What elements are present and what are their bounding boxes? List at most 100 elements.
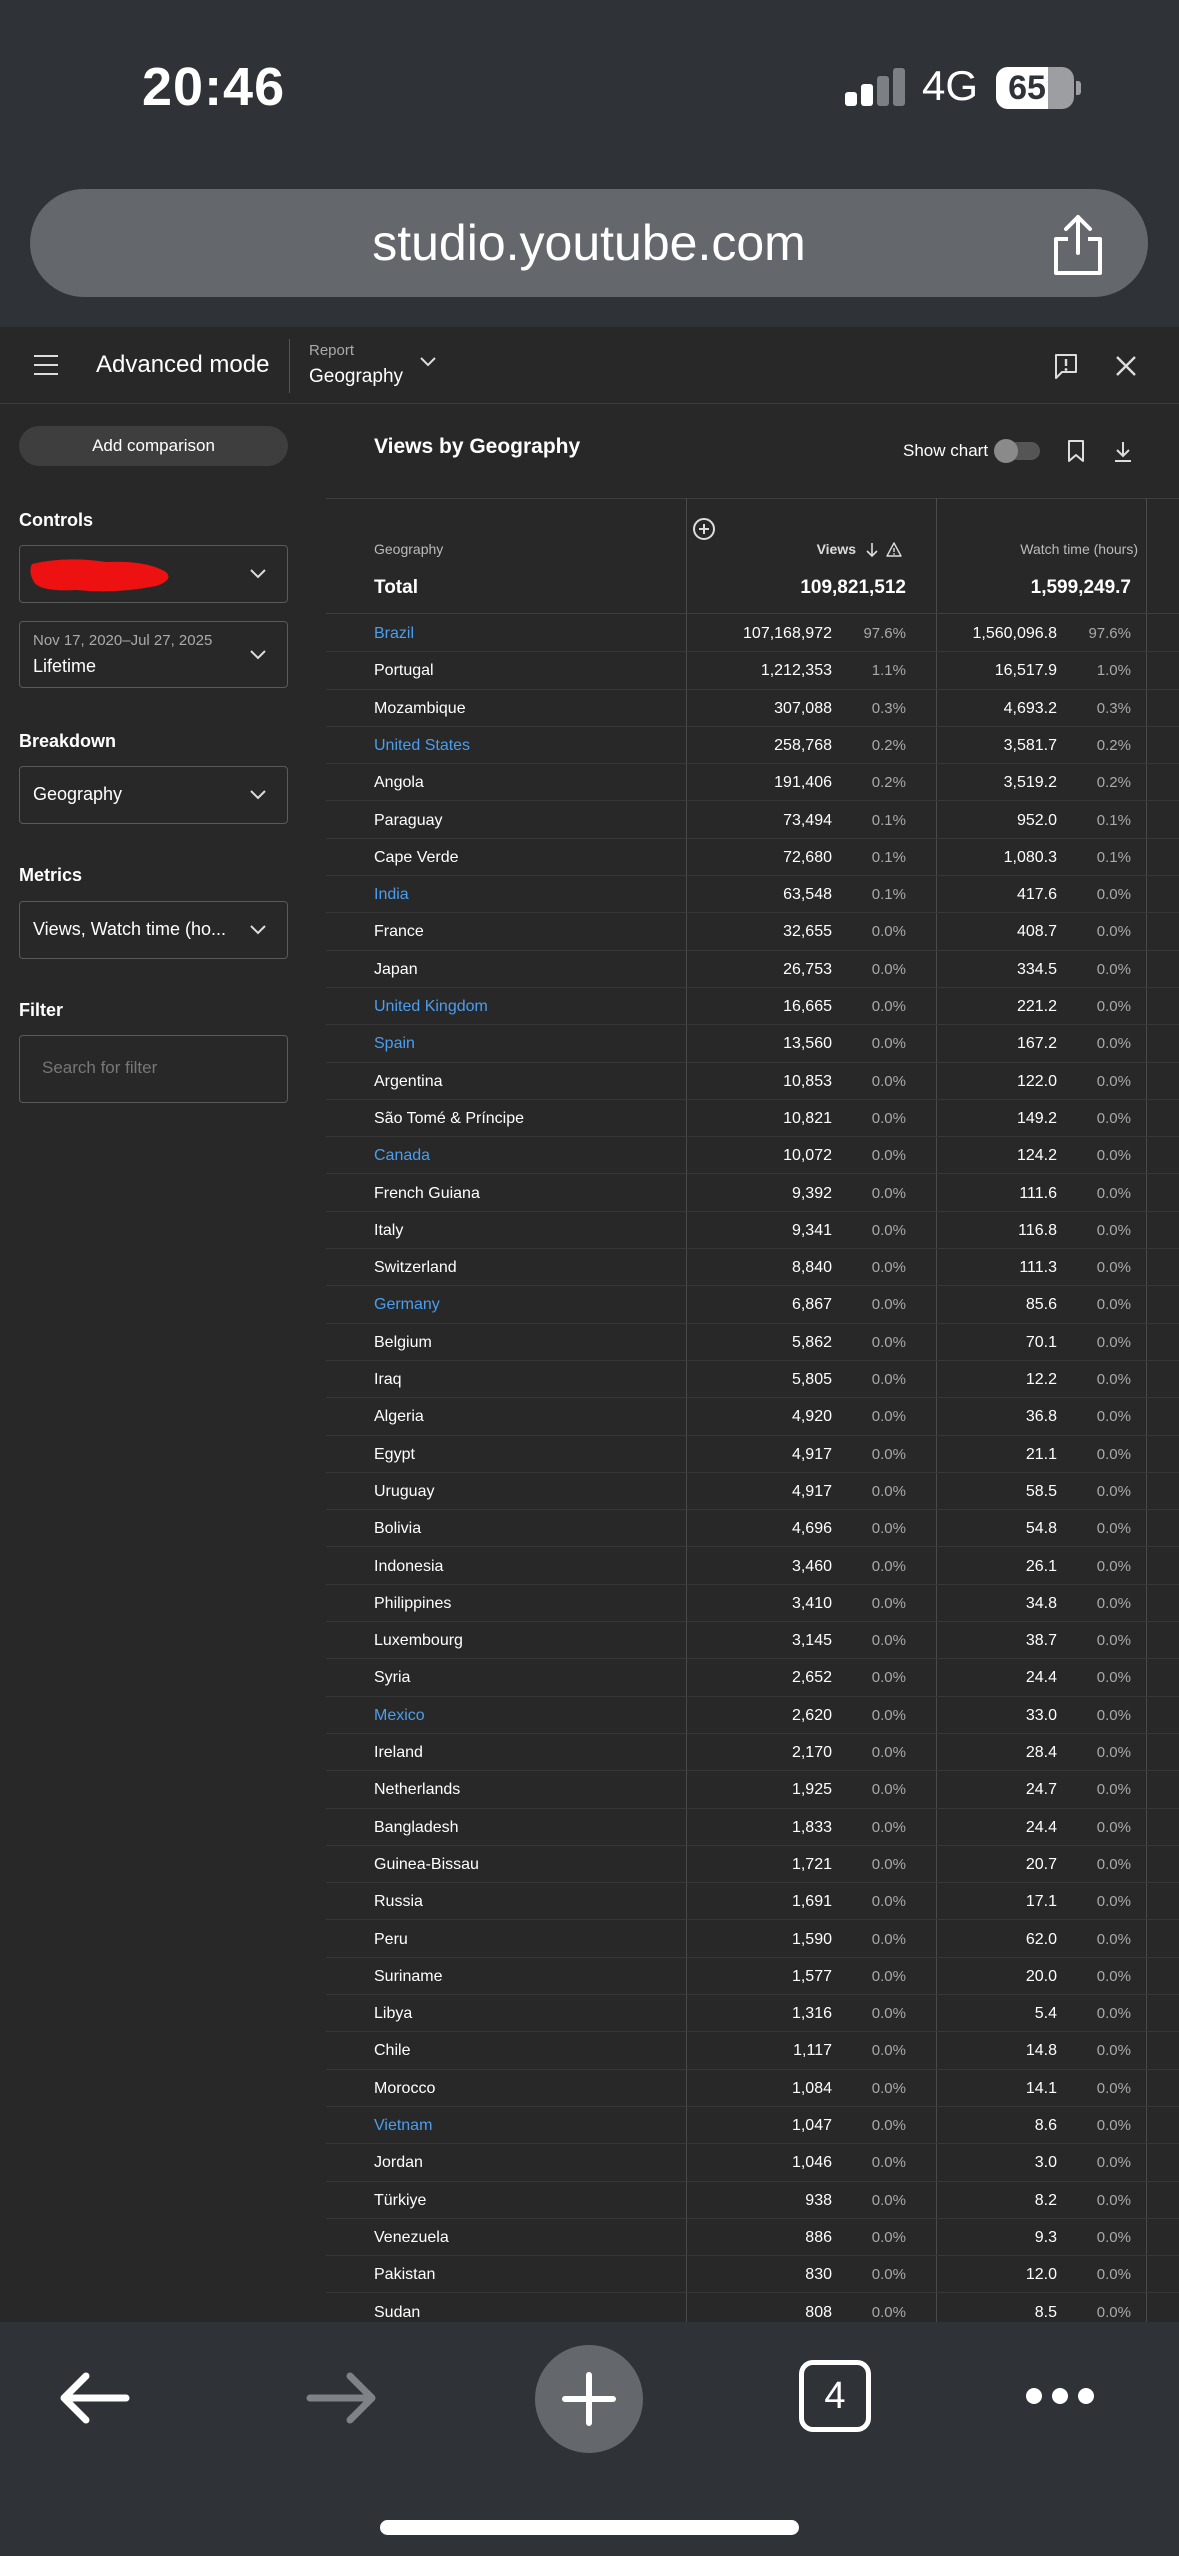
table-row: Bangladesh 1,833 0.0% 24.4 0.0%: [326, 1809, 1179, 1846]
views-percent-cell: 0.2%: [871, 774, 906, 792]
watch-time-cell: 14.1: [1025, 2079, 1057, 2097]
watch-time-percent-cell: 0.0%: [1096, 2191, 1131, 2209]
ios-top-bar: 20:46 4G 65 studio.youtube.com: [0, 0, 1179, 327]
country-cell: Italy: [374, 1221, 404, 1239]
report-selector[interactable]: Geography: [309, 366, 403, 388]
filter-input[interactable]: Search for filter: [19, 1035, 288, 1103]
views-cell: 191,406: [774, 774, 832, 792]
watch-time-percent-cell: 0.1%: [1096, 811, 1131, 829]
watch-time-cell: 24.7: [1025, 1781, 1057, 1799]
country-cell[interactable]: Mexico: [374, 1707, 425, 1725]
table-row: United States 258,768 0.2% 3,581.7 0.2%: [326, 727, 1179, 765]
sort-descending-icon[interactable]: [865, 542, 879, 558]
chevron-down-icon[interactable]: [249, 924, 267, 936]
breakdown-selector[interactable]: Geography: [19, 766, 288, 824]
country-cell[interactable]: United Kingdom: [374, 998, 488, 1016]
table-row: Angola 191,406 0.2% 3,519.2 0.2%: [326, 764, 1179, 802]
views-percent-cell: 0.0%: [871, 1520, 906, 1538]
views-column-header[interactable]: Views: [760, 541, 856, 557]
watch-time-percent-cell: 0.0%: [1096, 1855, 1131, 1873]
watch-time-cell: 36.8: [1025, 1408, 1057, 1426]
redaction-mark: [30, 559, 169, 592]
watch-time-percent-cell: 0.0%: [1096, 1930, 1131, 1948]
show-chart-toggle[interactable]: [994, 439, 1040, 463]
warning-icon[interactable]: [886, 542, 902, 558]
menu-icon[interactable]: [34, 355, 58, 375]
views-percent-cell: 0.0%: [871, 923, 906, 941]
views-percent-cell: 0.2%: [871, 736, 906, 754]
status-time: 20:46: [142, 57, 286, 117]
watch-time-percent-cell: 0.0%: [1096, 960, 1131, 978]
table-row: Jordan 1,046 0.0% 3.0 0.0%: [326, 2144, 1179, 2182]
chevron-down-icon[interactable]: [249, 789, 267, 801]
close-icon[interactable]: [1114, 354, 1138, 378]
share-icon[interactable]: [1048, 213, 1108, 277]
views-cell: 10,853: [783, 1072, 832, 1090]
country-cell: Russia: [374, 1893, 423, 1911]
date-range-selector[interactable]: Nov 17, 2020–Jul 27, 2025 Lifetime: [19, 621, 288, 688]
watch-time-percent-cell: 0.0%: [1096, 1744, 1131, 1761]
channel-selector[interactable]: [19, 545, 288, 603]
table-row: Chile 1,117 0.0% 14.8 0.0%: [326, 2032, 1179, 2070]
table-row: Türkiye 938 0.0% 8.2 0.0%: [326, 2182, 1179, 2219]
table-row: Venezuela 886 0.0% 9.3 0.0%: [326, 2219, 1179, 2257]
geography-column-header[interactable]: Geography: [374, 541, 443, 557]
country-cell[interactable]: Spain: [374, 1035, 415, 1053]
table-row: Netherlands 1,925 0.0% 24.7 0.0%: [326, 1771, 1179, 1809]
country-cell: São Tomé & Príncipe: [374, 1109, 525, 1127]
watch-time-percent-cell: 0.0%: [1096, 2079, 1131, 2097]
views-cell: 1,117: [793, 2042, 832, 2060]
watch-time-percent-cell: 0.0%: [1096, 1371, 1131, 1388]
views-cell: 72,680: [783, 848, 832, 866]
country-cell: Switzerland: [374, 1259, 457, 1277]
country-cell: Libya: [374, 2005, 413, 2023]
download-icon[interactable]: [1112, 440, 1134, 464]
chevron-down-icon[interactable]: [249, 568, 267, 580]
views-percent-cell: 0.0%: [871, 1035, 906, 1053]
views-cell: 4,696: [791, 1520, 832, 1538]
breakdown-label: Breakdown: [19, 731, 117, 751]
watch-time-percent-cell: 0.0%: [1096, 1594, 1131, 1612]
views-percent-cell: 0.0%: [871, 1072, 906, 1090]
watch-time-column-header[interactable]: Watch time (hours): [966, 541, 1138, 557]
country-cell: Iraq: [374, 1371, 402, 1388]
views-cell: 1,833: [791, 1818, 832, 1836]
chevron-down-icon[interactable]: [418, 355, 438, 369]
new-tab-button[interactable]: [535, 2345, 643, 2453]
add-column-icon[interactable]: [692, 517, 716, 541]
views-percent-cell: 0.3%: [871, 699, 906, 717]
country-cell[interactable]: India: [374, 886, 409, 904]
tab-count-button[interactable]: 4: [799, 2360, 871, 2432]
watch-time-cell: 34.8: [1025, 1594, 1057, 1612]
views-cell: 1,691: [791, 1893, 832, 1911]
table-row: Luxembourg 3,145 0.0% 38.7 0.0%: [326, 1622, 1179, 1660]
views-cell: 938: [805, 2191, 832, 2209]
feedback-icon[interactable]: [1053, 352, 1079, 380]
chevron-down-icon[interactable]: [249, 649, 267, 661]
table-row: Ireland 2,170 0.0% 28.4 0.0%: [326, 1734, 1179, 1772]
address-bar[interactable]: studio.youtube.com: [30, 189, 1148, 297]
url-text[interactable]: studio.youtube.com: [30, 189, 1148, 297]
country-cell: Sudan: [374, 2303, 421, 2321]
country-cell[interactable]: Vietnam: [374, 2117, 432, 2135]
country-cell: Ireland: [374, 1744, 423, 1761]
forward-arrow-icon[interactable]: [304, 2366, 380, 2430]
country-cell: Uruguay: [374, 1482, 435, 1500]
country-cell: Pakistan: [374, 2266, 436, 2284]
country-cell[interactable]: United States: [374, 737, 470, 755]
watch-time-percent-cell: 0.0%: [1096, 2228, 1131, 2246]
watch-time-cell: 167.2: [1016, 1035, 1057, 1053]
bookmark-icon[interactable]: [1066, 439, 1086, 463]
country-cell[interactable]: Brazil: [374, 625, 414, 643]
views-cell: 307,088: [774, 699, 832, 717]
country-cell[interactable]: Canada: [374, 1147, 430, 1165]
watch-time-cell: 28.4: [1025, 1744, 1057, 1761]
add-comparison-button[interactable]: Add comparison: [19, 426, 288, 466]
metrics-selector[interactable]: Views, Watch time (ho...: [19, 901, 288, 959]
country-cell[interactable]: Germany: [374, 1296, 440, 1314]
more-options-icon[interactable]: [1024, 2384, 1096, 2408]
back-arrow-icon[interactable]: [56, 2366, 132, 2430]
watch-time-percent-cell: 1.0%: [1096, 662, 1131, 680]
views-cell: 1,316: [791, 2005, 832, 2023]
battery-level: 65: [1008, 69, 1046, 107]
